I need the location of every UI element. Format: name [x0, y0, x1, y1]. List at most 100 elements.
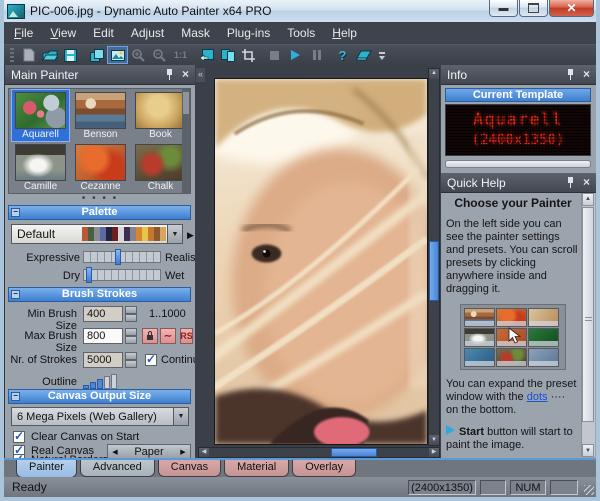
- hscroll-thumb[interactable]: [331, 448, 377, 457]
- paste-image-button[interactable]: [86, 46, 107, 64]
- source-photo[interactable]: [214, 78, 428, 445]
- menu-help[interactable]: Help: [332, 26, 357, 40]
- menu-view[interactable]: View: [50, 26, 76, 40]
- preset-chalk[interactable]: Chalk: [132, 142, 189, 193]
- min-brush-input[interactable]: 400: [83, 306, 123, 322]
- preset-book[interactable]: Book: [132, 90, 189, 141]
- strokes-spinner[interactable]: [125, 352, 137, 368]
- collapse-icon[interactable]: −: [11, 392, 20, 401]
- new-button[interactable]: [18, 46, 39, 64]
- brush-range-hint: 1..1000: [149, 308, 186, 320]
- panel-close-icon[interactable]: ×: [182, 68, 189, 80]
- menu-adjust[interactable]: Adjust: [131, 26, 164, 40]
- menu-tools[interactable]: Tools: [287, 26, 315, 40]
- close-button[interactable]: ✕: [549, 0, 594, 17]
- pin-icon[interactable]: [566, 177, 575, 188]
- preset-list[interactable]: Aquarell Benson Book Camille Cezanne Cha…: [8, 88, 191, 194]
- curve-button[interactable]: ∼: [160, 328, 176, 344]
- zoom-in-button[interactable]: [128, 46, 149, 64]
- resize-grip[interactable]: [584, 485, 594, 495]
- menu-mask[interactable]: Mask: [181, 26, 210, 40]
- collapse-icon[interactable]: −: [11, 290, 20, 299]
- stop-button[interactable]: [264, 46, 285, 64]
- scroll-left-icon[interactable]: ◀: [199, 448, 209, 457]
- palette-section-header[interactable]: − Palette: [8, 205, 191, 220]
- pin-icon[interactable]: [566, 69, 575, 80]
- save-button[interactable]: [60, 46, 81, 64]
- qh-scroll-thumb[interactable]: [582, 207, 594, 422]
- clear-canvas-checkbox[interactable]: [13, 429, 25, 443]
- tab-material[interactable]: Material: [224, 460, 290, 477]
- vertical-scrollbar[interactable]: ▲ ▼: [428, 68, 440, 446]
- preset-benson[interactable]: Benson: [72, 90, 129, 141]
- max-brush-input[interactable]: 800: [83, 328, 123, 344]
- scroll-up-icon[interactable]: ▲: [429, 69, 439, 79]
- preset-aquarell[interactable]: Aquarell: [11, 89, 70, 142]
- menu-plugins[interactable]: Plug-ins: [227, 26, 270, 40]
- menu-file[interactable]: File: [14, 26, 33, 40]
- canvas-output-section-header[interactable]: − Canvas Output Size: [8, 389, 191, 404]
- rs-button[interactable]: RS: [180, 328, 193, 344]
- outline-level-icon[interactable]: [83, 374, 117, 389]
- dry-wet-slider[interactable]: [83, 267, 161, 283]
- panel-collapse-icon[interactable]: «: [196, 68, 205, 82]
- open-button[interactable]: [39, 46, 60, 64]
- palette-more-arrow[interactable]: ▶: [187, 230, 194, 241]
- tab-advanced[interactable]: Advanced: [79, 460, 155, 477]
- max-brush-spinner[interactable]: [125, 328, 137, 344]
- preset-cezanne[interactable]: Cezanne: [72, 142, 129, 193]
- expressive-slider[interactable]: [83, 249, 161, 265]
- tab-canvas[interactable]: Canvas: [157, 460, 222, 477]
- maximize-button[interactable]: [519, 0, 548, 17]
- toolbar-overflow[interactable]: [378, 50, 386, 60]
- horizontal-scrollbar[interactable]: ◀ ▶: [198, 447, 440, 458]
- preset-scrollbar[interactable]: [182, 89, 190, 193]
- scroll-down-icon[interactable]: ▼: [582, 444, 594, 457]
- help-button[interactable]: ?: [332, 46, 353, 64]
- preset-thumbnail: [75, 144, 126, 181]
- pause-button[interactable]: [306, 46, 327, 64]
- zoom-in-icon: [132, 48, 145, 62]
- status-message: Ready: [12, 480, 47, 494]
- output-size-dropdown[interactable]: 6 Mega Pixels (Web Gallery) ▼: [11, 407, 189, 426]
- panel-close-icon[interactable]: ×: [583, 176, 590, 188]
- scroll-down-icon[interactable]: ▼: [429, 435, 439, 445]
- tab-painter[interactable]: Painter: [16, 460, 77, 478]
- slider-thumb[interactable]: [86, 267, 93, 283]
- collapse-icon[interactable]: −: [11, 208, 20, 217]
- max-brush-label: Max Brush Size: [24, 330, 77, 354]
- palette-dropdown[interactable]: Default ▼: [11, 224, 183, 244]
- actual-size-button[interactable]: 1:1: [170, 46, 191, 64]
- panel-close-icon[interactable]: ×: [583, 68, 590, 80]
- slider-thumb[interactable]: [115, 249, 122, 265]
- tab-overlay[interactable]: Overlay: [292, 460, 357, 477]
- swap-view-button[interactable]: [196, 46, 217, 64]
- painter-button[interactable]: [353, 46, 374, 64]
- quick-help-scrollbar[interactable]: ▲ ▼: [581, 193, 595, 457]
- play-button[interactable]: [285, 46, 306, 64]
- scroll-right-icon[interactable]: ▶: [429, 448, 439, 457]
- dots-link[interactable]: dots: [527, 391, 548, 403]
- continuous-checkbox[interactable]: [145, 352, 157, 366]
- vscroll-thumb[interactable]: [429, 241, 439, 301]
- pin-icon[interactable]: [165, 69, 174, 80]
- brush-strokes-section-header[interactable]: − Brush Strokes: [8, 287, 191, 302]
- preset-camille[interactable]: Camille: [12, 142, 69, 193]
- swap-panels-icon: [199, 48, 214, 62]
- dropdown-arrow-icon[interactable]: ▼: [167, 225, 182, 243]
- zoom-out-button[interactable]: [149, 46, 170, 64]
- minimize-button[interactable]: ▬: [489, 0, 518, 17]
- strokes-input[interactable]: 5000: [83, 352, 123, 368]
- min-brush-spinner[interactable]: [125, 306, 137, 322]
- preset-thumbnail: [75, 92, 126, 129]
- menu-edit[interactable]: Edit: [93, 26, 114, 40]
- dual-view-button[interactable]: [217, 46, 238, 64]
- template-led-display: Aquarell (2400x1350): [445, 104, 591, 156]
- lock-button[interactable]: [142, 328, 158, 344]
- source-image-button[interactable]: [107, 46, 128, 64]
- toolbar-grip[interactable]: [10, 48, 14, 62]
- preset-expand-dots[interactable]: • • • •: [5, 194, 195, 204]
- dropdown-arrow-icon[interactable]: ▼: [173, 408, 188, 425]
- crop-button[interactable]: [238, 46, 259, 64]
- scroll-up-icon[interactable]: ▲: [582, 193, 594, 206]
